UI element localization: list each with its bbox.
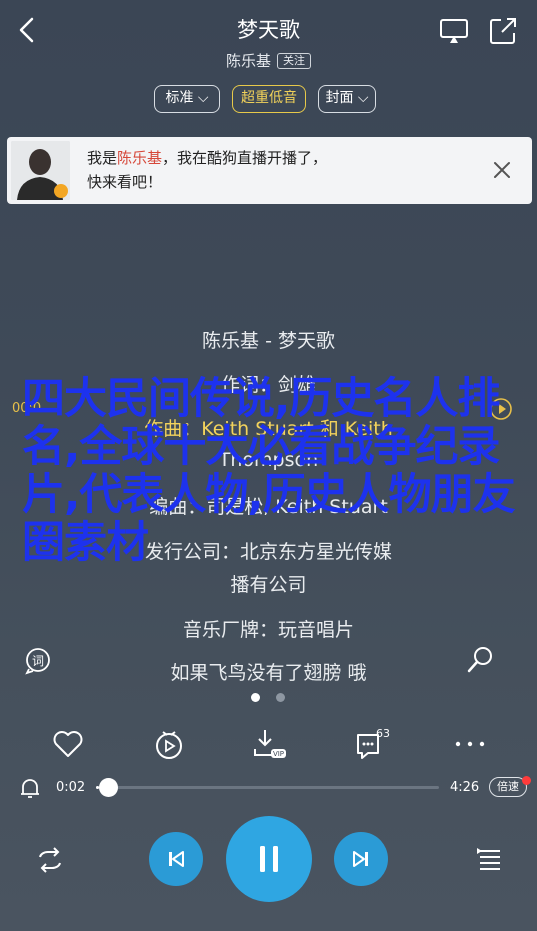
pause-icon [260, 846, 278, 872]
artist-name[interactable]: 陈乐基 [226, 52, 271, 70]
cast-tv-icon[interactable] [439, 17, 469, 45]
cover-mode-select[interactable]: 封面 ⌵ [318, 85, 376, 113]
follow-button[interactable]: 关注 [277, 53, 311, 69]
page-indicator-active [251, 693, 260, 702]
previous-button[interactable] [149, 832, 203, 886]
skip-next-icon [353, 851, 368, 867]
skip-previous-icon [169, 851, 184, 867]
watermark-text: 四大民间传说,历史名人排名,全球十大必看战争纪录片,代表人物,历史人物朋友圈素材 [22, 374, 516, 568]
bass-effect-button[interactable]: 超重低音 [232, 85, 306, 113]
artist-row: 陈乐基 关注 [0, 50, 537, 71]
notice-artist-name: 陈乐基 [117, 149, 163, 167]
heart-icon[interactable] [51, 727, 85, 761]
avatar [11, 141, 70, 200]
quality-select[interactable]: 标准 ⌵ [154, 85, 220, 113]
more-icon[interactable] [453, 727, 487, 761]
current-time: 0:02 [56, 780, 86, 795]
next-button[interactable] [334, 832, 388, 886]
bell-icon[interactable] [18, 776, 42, 800]
lyrics-song-heading: 陈乐基 - 梦天歌 [202, 330, 335, 352]
repeat-mode-icon[interactable] [34, 844, 66, 876]
microphone-search-icon[interactable] [465, 645, 495, 675]
progress-track[interactable] [96, 786, 439, 789]
svg-text:VIP: VIP [273, 750, 284, 758]
lyric-line: 音乐厂牌：玩音唱片 [182, 619, 354, 641]
progress-handle[interactable] [99, 778, 118, 797]
notice-message: 我是陈乐基，我在酷狗直播开播了， 快来看吧！ [87, 149, 328, 191]
close-icon[interactable] [489, 157, 515, 183]
video-icon[interactable] [152, 727, 186, 761]
pause-button[interactable] [226, 816, 312, 902]
lyric-line: 播有公司 [230, 574, 307, 596]
total-time: 4:26 [450, 780, 480, 795]
page-indicator [276, 693, 285, 702]
new-badge-dot [522, 776, 531, 785]
playlist-icon[interactable] [474, 844, 506, 876]
share-icon[interactable] [488, 16, 518, 46]
lyrics-mode-icon[interactable]: 词 [24, 647, 52, 675]
comment-count: 63 [376, 727, 390, 740]
lyric-line: 如果飞鸟没有了翅膀 哦 [170, 662, 367, 684]
download-vip-icon[interactable]: VIP [253, 727, 287, 761]
svg-text:词: 词 [32, 654, 44, 668]
live-notice-card[interactable]: 我是陈乐基，我在酷狗直播开播了， 快来看吧！ [7, 137, 532, 204]
